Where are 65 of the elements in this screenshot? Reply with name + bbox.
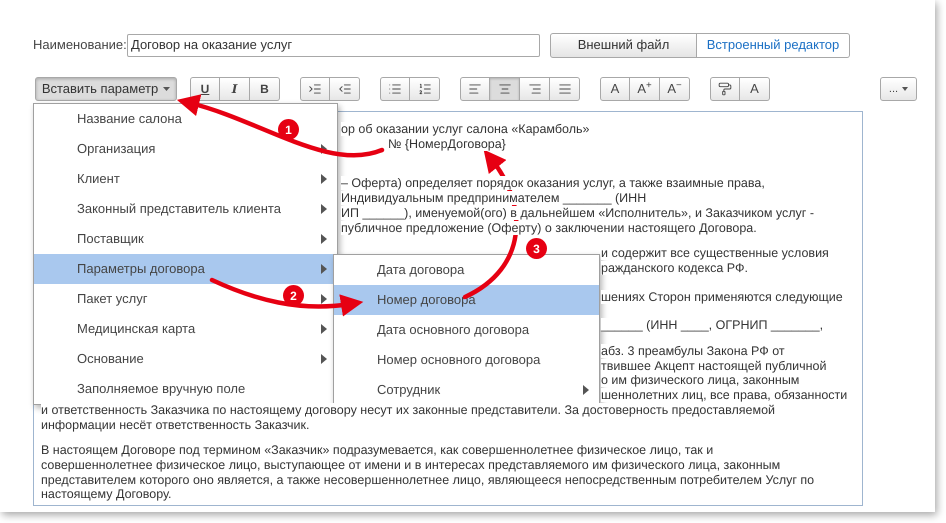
toolbar-button[interactable] — [710, 77, 740, 101]
more-button[interactable]: ... — [880, 77, 917, 101]
numbered-list-icon — [418, 82, 432, 96]
align-right-icon — [528, 82, 542, 96]
caret-icon — [902, 87, 908, 91]
menu-item[interactable]: Номер основного договора — [334, 350, 544, 370]
toolbar-button[interactable]: A — [600, 77, 630, 101]
menu-item[interactable]: Дата основного договора — [334, 320, 534, 340]
align-left-icon — [468, 82, 482, 96]
toolbar-button[interactable] — [380, 77, 410, 101]
document-text: настоящему Договору. — [41, 487, 172, 502]
menu-item[interactable]: Медицинская карта — [34, 319, 200, 339]
insert-parameter-button[interactable]: Вставить параметр — [35, 77, 177, 101]
document-text: информации несёт ответственность Заказчик. — [41, 418, 310, 432]
menu-item[interactable]: Название салона — [34, 109, 186, 129]
document-text: публичное предложение (Оферту) о заключении настоящего Договора. — [341, 220, 757, 235]
menu-item[interactable]: Заполняемое вручную поле — [34, 379, 250, 399]
toolbar-button[interactable]: A — [740, 77, 770, 101]
source-tab[interactable]: Встроенный редактор — [697, 32, 850, 58]
toolbar-button[interactable] — [550, 77, 580, 101]
document-text: и ответственность Заказчика по настоящему договору несут их законные представители. За достоверность предоставляемой — [41, 402, 776, 417]
toolbar-button[interactable]: U — [190, 77, 220, 101]
toolbar-button[interactable] — [460, 77, 490, 101]
indent-increase-icon — [308, 82, 322, 96]
toolbar-button[interactable] — [330, 77, 360, 101]
menu-item[interactable]: Клиент — [34, 169, 124, 189]
toolbar-button[interactable] — [410, 77, 440, 101]
align-center-icon — [498, 82, 512, 96]
document-text: ИП ______), именуемой(ого) в дальнейшем «Исполнитель», и Заказчиком услуг - — [341, 206, 814, 220]
document-text: ор об оказании услуг салона «Карамболь» — [341, 122, 590, 136]
document-text: абз. 3 преамбулы Закона РФ от — [601, 344, 785, 358]
toolbar-button[interactable]: I — [220, 77, 250, 101]
caret-icon — [163, 87, 170, 91]
document-text: о им физического лица, законным — [601, 373, 800, 388]
toolbar-button[interactable] — [520, 77, 550, 101]
menu-item[interactable]: Законный представитель клиента — [34, 199, 285, 219]
document-text: ______ (ИНН ____, ОГРНИП _______, — [601, 318, 824, 332]
toolbar-button[interactable] — [300, 77, 330, 101]
toolbar-button[interactable]: A$^{+}$ — [630, 77, 660, 101]
menu-item[interactable]: Номер договора — [334, 285, 599, 315]
name-label: Наименование: — [33, 36, 127, 54]
document-text: В настоящем Договоре под термином «Заказчик» подразумевается, как совершеннолетнее физическое лицо, так и — [41, 443, 714, 458]
name-input[interactable]: Договор на оказание услуг — [127, 34, 540, 56]
document-text: – Оферта) определяет порядок оказания услуг, а также взаимные права, — [341, 176, 765, 190]
menu-item[interactable]: Сотрудник — [334, 380, 444, 400]
indent-decrease-icon — [338, 82, 352, 96]
paint-roller-icon — [718, 82, 732, 96]
menu-item[interactable]: Организация — [34, 139, 160, 159]
document-text: шеннолетних лиц, все права, обязанности — [601, 388, 848, 402]
document-text: Индивидуальным предпринимателем _______ (ИНН — [341, 191, 646, 206]
menu-item[interactable]: Основание — [34, 349, 148, 369]
toolbar-button[interactable]: B — [250, 77, 280, 101]
align-justify-icon — [558, 82, 572, 96]
document-text: № {НомерДоговора} — [388, 136, 506, 151]
document-text: ражданского кодекса РФ. — [601, 260, 748, 275]
menu-item[interactable]: Дата договора — [334, 260, 468, 280]
toolbar-button[interactable] — [490, 77, 520, 101]
document-text: шениях Сторон применяются следующие — [601, 290, 843, 304]
toolbar-button[interactable]: A$^{−}$ — [660, 77, 690, 101]
document-text: твившее Акцепт настоящей публичной — [601, 358, 826, 373]
document-text: совершеннолетнее физическое лицо, выступающее от имени и в интересах представляемого им физического лица, законным — [41, 458, 780, 472]
document-text: представителем которого оно является, а также несовершеннолетнее лицо, являющееся непосредственным потребителем Услуг по — [41, 472, 814, 487]
menu-item[interactable]: Пакет услуг — [34, 289, 152, 309]
menu-item[interactable]: Поставщик — [34, 229, 148, 249]
source-tab[interactable]: Внешний файл — [550, 32, 697, 58]
